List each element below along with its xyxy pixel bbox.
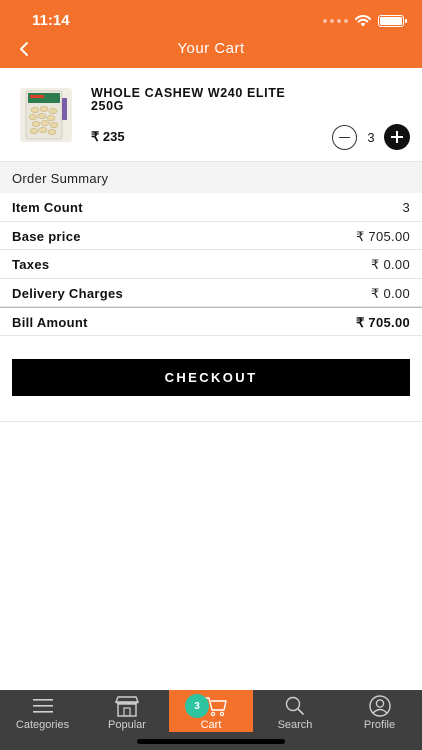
- wifi-icon: [355, 15, 371, 27]
- status-time: 11:14: [32, 12, 70, 29]
- summary-row-base-price: Base price ₹ 705.00: [0, 222, 422, 250]
- summary-row-delivery: Delivery Charges ₹ 0.00: [0, 279, 422, 307]
- product-name: WHOLE CASHEW W240 ELITE 250G: [91, 86, 286, 113]
- summary-row-bill-amount: Bill Amount ₹ 705.00: [0, 307, 422, 336]
- tab-cart[interactable]: 3 Cart: [169, 690, 253, 732]
- home-indicator: [137, 739, 285, 744]
- order-summary-heading: Order Summary: [0, 162, 422, 193]
- bill-amount-label: Bill Amount: [12, 315, 88, 330]
- tab-popular[interactable]: Popular: [85, 690, 169, 732]
- signal-icon: [323, 18, 348, 23]
- tab-label: Profile: [363, 719, 396, 731]
- checkout-button[interactable]: CHECKOUT: [12, 359, 410, 396]
- cart-count-badge: 3: [185, 694, 209, 718]
- product-image: [20, 88, 72, 142]
- summary-value: 3: [402, 200, 410, 215]
- page-title: Your Cart: [177, 40, 245, 57]
- battery-icon: [378, 14, 407, 27]
- tab-categories[interactable]: Categories: [0, 690, 85, 732]
- increase-quantity-button[interactable]: [384, 124, 410, 150]
- cart-item: WHOLE CASHEW W240 ELITE 250G ₹ 235 3: [0, 68, 422, 162]
- profile-icon: [368, 695, 391, 717]
- tab-search[interactable]: Search: [253, 690, 337, 732]
- summary-label: Item Count: [12, 200, 83, 215]
- bill-amount-value: ₹ 705.00: [355, 315, 410, 330]
- status-icons: [323, 14, 407, 27]
- quantity-value: 3: [367, 130, 375, 145]
- summary-value: ₹ 0.00: [371, 257, 410, 272]
- tab-label: Popular: [108, 719, 146, 731]
- summary-value: ₹ 0.00: [371, 285, 410, 301]
- summary-value: ₹ 705.00: [355, 228, 410, 244]
- tab-profile[interactable]: Profile: [337, 690, 422, 732]
- minus-icon: [339, 136, 350, 139]
- summary-row-item-count: Item Count 3: [0, 193, 422, 222]
- tab-label: Categories: [15, 719, 70, 731]
- search-icon: [285, 696, 304, 715]
- product-price: ₹ 235: [91, 129, 125, 144]
- summary-label: Taxes: [12, 257, 50, 272]
- order-summary: Item Count 3 Base price ₹ 705.00 Taxes ₹…: [0, 193, 422, 336]
- tab-label: Cart: [200, 719, 222, 731]
- decrease-quantity-button[interactable]: [332, 125, 357, 150]
- top-bar: 11:14 Your Cart: [0, 0, 422, 68]
- tab-label: Search: [277, 719, 313, 731]
- summary-row-taxes: Taxes ₹ 0.00: [0, 250, 422, 279]
- store-icon: [114, 696, 140, 717]
- divider: [0, 421, 422, 422]
- summary-label: Delivery Charges: [12, 285, 124, 301]
- summary-label: Base price: [12, 228, 81, 244]
- menu-icon: [32, 699, 53, 713]
